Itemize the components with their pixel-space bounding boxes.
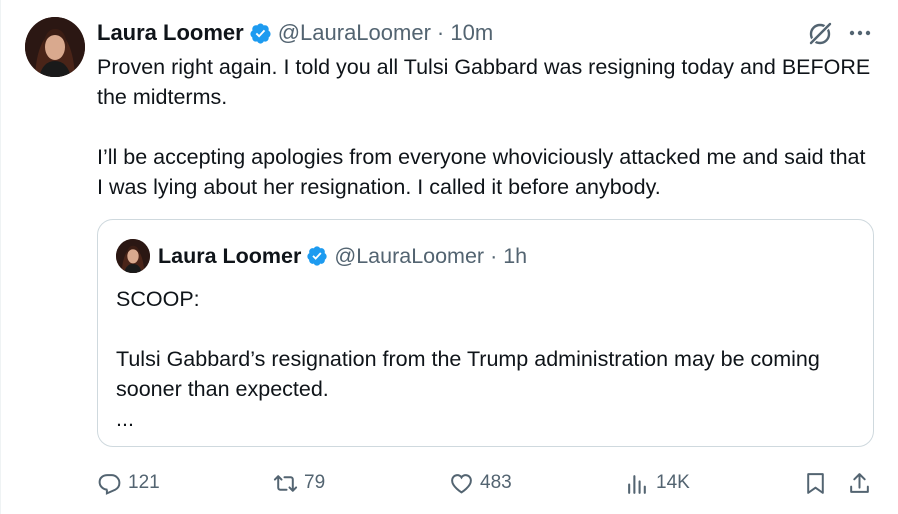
bookmark-icon xyxy=(807,472,824,494)
author-name[interactable]: Laura Loomer xyxy=(97,20,244,46)
views-count: 14K xyxy=(656,472,690,493)
author-handle[interactable]: @LauraLoomer xyxy=(278,20,431,46)
bookmark-button[interactable] xyxy=(803,466,828,500)
tweet-header: Laura Loomer @LauraLoomer · 10m xyxy=(97,18,493,48)
views-icon xyxy=(628,474,646,494)
verified-icon xyxy=(250,22,271,44)
quoted-text: SCOOP: Tulsi Gabbard’s resignation from … xyxy=(116,287,820,431)
reply-icon xyxy=(98,473,121,495)
retweet-icon xyxy=(273,474,298,492)
retweet-button[interactable]: 79 xyxy=(273,466,325,500)
quoted-author-name: Laura Loomer xyxy=(158,243,302,268)
verified-icon xyxy=(307,246,327,266)
grok-icon[interactable] xyxy=(806,20,834,48)
quoted-author-handle: @LauraLoomer xyxy=(334,243,485,268)
more-icon[interactable] xyxy=(846,22,874,44)
tweet-text: Proven right again. I told you all Tulsi… xyxy=(97,55,871,199)
timeline-border xyxy=(0,0,1,514)
action-bar: 121 79 483 14K xyxy=(97,466,877,500)
avatar[interactable] xyxy=(25,17,85,77)
retweet-count: 79 xyxy=(304,472,326,493)
quoted-tweet[interactable]: Laura Loomer @LauraLoomer · 1h SCOOP: Tu… xyxy=(97,219,874,447)
reply-button[interactable]: 121 xyxy=(97,466,160,500)
share-icon xyxy=(850,472,869,493)
quoted-timestamp: · 1h xyxy=(490,243,528,268)
like-button[interactable]: 483 xyxy=(449,466,512,500)
views-button[interactable]: 14K xyxy=(625,466,690,500)
share-button[interactable] xyxy=(847,466,872,500)
quoted-header: Laura Loomer @LauraLoomer · 1h xyxy=(158,242,527,270)
like-count: 483 xyxy=(480,472,512,493)
quoted-avatar xyxy=(116,239,150,273)
timestamp[interactable]: · 10m xyxy=(437,20,493,46)
like-icon xyxy=(451,473,472,494)
reply-count: 121 xyxy=(128,472,160,493)
